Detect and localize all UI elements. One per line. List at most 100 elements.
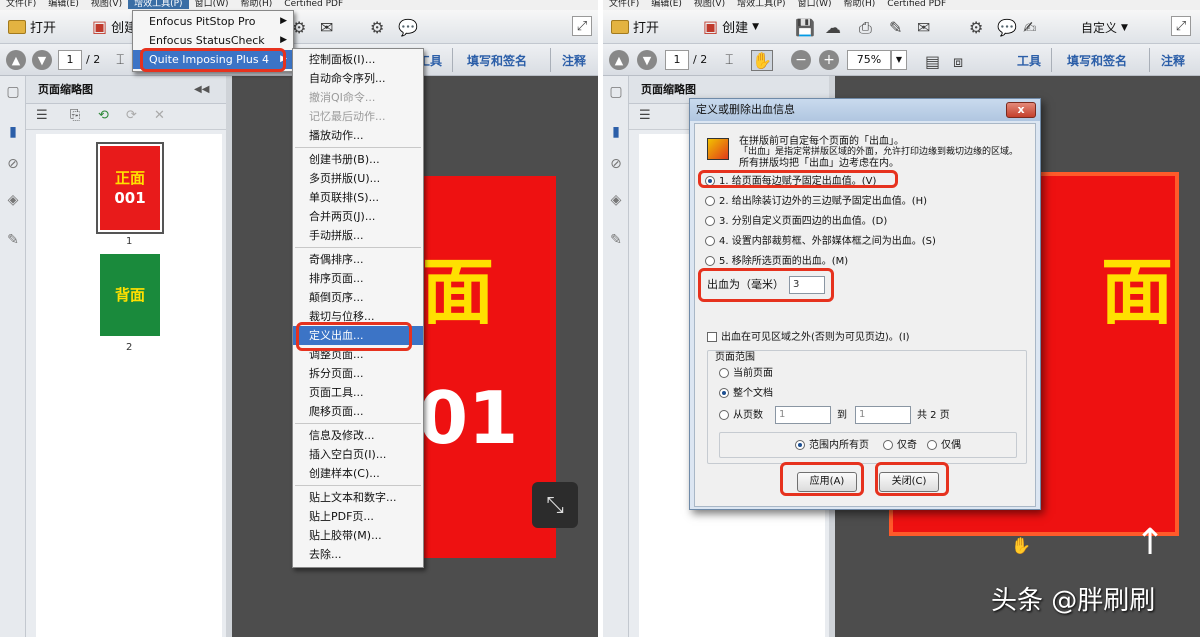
save-icon[interactable]: 💾 — [795, 18, 815, 37]
qi-menu-item[interactable]: 去除... — [293, 545, 423, 564]
bleed-option-2[interactable]: 2. 给出除装订边外的三边赋予固定出血值。(H) — [705, 196, 927, 207]
select-cursor-icon[interactable]: ⌶ — [725, 52, 733, 68]
menu-edit[interactable]: 编辑(E) — [645, 0, 688, 9]
signature-icon[interactable]: ✎ — [5, 232, 21, 248]
comment-bubble-icon[interactable]: 💬 — [398, 18, 418, 37]
create-button[interactable]: ▣ 创建 — [92, 17, 137, 36]
qi-menu-item[interactable]: 合并两页(J)... — [293, 207, 423, 226]
thumbnail-page-1[interactable]: 正面 001 — [100, 146, 160, 230]
subset-all-pages[interactable]: 范围内所有页 — [795, 440, 869, 451]
zoom-out-icon[interactable]: − — [791, 50, 811, 70]
qi-menu-item[interactable]: 拆分页面... — [293, 364, 423, 383]
fullscreen-icon[interactable]: ⤡ — [532, 482, 578, 528]
qi-menu-item[interactable]: 页面工具... — [293, 383, 423, 402]
create-button[interactable]: ▣ 创建 ▼ — [703, 17, 759, 36]
edit-icon[interactable]: ✎ — [889, 18, 902, 37]
prev-page-icon[interactable]: ▲ — [609, 50, 629, 70]
open-button[interactable]: 打开 — [8, 17, 56, 36]
menu-certified-pdf[interactable]: Certified PDF — [278, 0, 349, 9]
sign-icon[interactable]: ✍ — [1023, 18, 1036, 37]
qi-menu-item[interactable]: 贴上PDF页... — [293, 507, 423, 526]
subset-odd-pages[interactable]: 仅奇 — [883, 440, 917, 451]
qi-menu-item[interactable]: 奇偶排序... — [293, 250, 423, 269]
range-current-page[interactable]: 当前页面 — [719, 368, 773, 379]
thumbnails-icon[interactable]: ▢ — [5, 84, 21, 100]
signature-icon[interactable]: ✎ — [608, 232, 624, 248]
options-icon[interactable]: ☰ — [36, 108, 48, 123]
menu-plugins[interactable]: 增效工具(P) — [731, 0, 791, 9]
qi-menu-item[interactable]: 贴上胶带(M)... — [293, 526, 423, 545]
thumbnails-icon[interactable]: ▢ — [608, 84, 624, 100]
page-number-input[interactable]: 1 — [58, 50, 82, 70]
bleed-outside-checkbox[interactable]: 出血在可见区域之外(否则为可见页边)。(I) — [707, 332, 910, 343]
tools-link[interactable]: 工具 — [1017, 52, 1041, 69]
expand-icon[interactable]: ⤢ — [572, 16, 592, 36]
attachment-icon[interactable]: ⊘ — [608, 156, 624, 172]
page-number-input[interactable]: 1 — [665, 50, 689, 70]
insert-page-icon[interactable]: ⎘ — [70, 108, 80, 123]
qi-menu-item[interactable]: 自动命令序列... — [293, 69, 423, 88]
comment-bubble-icon[interactable]: 💬 — [997, 18, 1017, 37]
qi-menu-item[interactable]: 播放动作... — [293, 126, 423, 145]
expand-icon[interactable]: ⤢ — [1171, 16, 1191, 36]
zoom-in-icon[interactable]: + — [819, 50, 839, 70]
bookmark-icon[interactable]: ▮ — [5, 124, 21, 140]
customize-dropdown[interactable]: 自定义 ▼ — [1081, 19, 1128, 36]
bleed-option-5[interactable]: 5. 移除所选页面的出血。(M) — [705, 256, 848, 267]
bleed-option-3[interactable]: 3. 分别自定义页面四边的出血值。(D) — [705, 216, 887, 227]
menu-plugins[interactable]: 增效工具(P) — [128, 0, 189, 9]
mail-icon[interactable]: ✉ — [320, 18, 333, 37]
range-from-pages[interactable]: 从页数 — [719, 410, 763, 421]
qi-menu-item[interactable]: 单页联排(S)... — [293, 188, 423, 207]
bleed-option-4[interactable]: 4. 设置内部裁剪框、外部媒体框之间为出血。(S) — [705, 236, 936, 247]
fill-sign-link[interactable]: 填写和签名 — [467, 52, 527, 69]
qi-menu-item[interactable]: 创建样本(C)... — [293, 464, 423, 483]
fit-page-icon[interactable]: ▤ — [925, 52, 940, 71]
subset-even-pages[interactable]: 仅偶 — [927, 440, 961, 451]
options-icon[interactable]: ☰ — [639, 108, 651, 123]
zoom-dropdown-icon[interactable]: ▼ — [891, 50, 907, 70]
rotate-page-icon[interactable]: ⟳ — [126, 108, 137, 123]
plugin-pitstop[interactable]: Enfocus PitStop Pro ▶ — [133, 12, 293, 31]
menu-help[interactable]: 帮助(H) — [234, 0, 278, 9]
delete-page-icon[interactable]: ✕ — [154, 108, 165, 123]
open-button[interactable]: 打开 — [611, 17, 659, 36]
menu-certified-pdf[interactable]: Certified PDF — [881, 0, 952, 9]
layers-icon[interactable]: ◈ — [608, 192, 624, 208]
settings-icon[interactable]: ⚙ — [292, 18, 306, 37]
mail-icon[interactable]: ✉ — [917, 18, 930, 37]
fill-sign-link[interactable]: 填写和签名 — [1067, 52, 1127, 69]
comment-link[interactable]: 注释 — [562, 52, 586, 69]
qi-menu-item[interactable]: 控制面板(I)... — [293, 50, 423, 69]
dialog-close-button[interactable]: x — [1006, 102, 1036, 118]
menu-help[interactable]: 帮助(H) — [837, 0, 881, 9]
menu-view[interactable]: 视图(V) — [688, 0, 731, 9]
collapse-icon[interactable]: ◀◀ — [194, 84, 209, 95]
qi-menu-item[interactable]: 爬移页面... — [293, 402, 423, 421]
qi-menu-item[interactable]: 贴上文本和数字... — [293, 488, 423, 507]
comment-link[interactable]: 注释 — [1161, 52, 1185, 69]
attachment-icon[interactable]: ⊘ — [5, 156, 21, 172]
hand-tool-icon[interactable]: ✋ — [751, 50, 773, 71]
qi-menu-item[interactable]: 多页拼版(U)... — [293, 169, 423, 188]
menu-edit[interactable]: 编辑(E) — [42, 0, 85, 9]
menu-file[interactable]: 文件(F) — [603, 0, 645, 9]
range-from-input[interactable]: 1 — [775, 406, 831, 424]
qi-menu-item[interactable]: 信息及修改... — [293, 426, 423, 445]
range-whole-document[interactable]: 整个文档 — [719, 388, 773, 399]
range-to-input[interactable]: 1 — [855, 406, 911, 424]
gear-icon[interactable]: ⚙ — [969, 18, 983, 37]
thumbnail-page-2[interactable]: 背面 — [100, 254, 160, 336]
qi-menu-item[interactable]: 创建书册(B)... — [293, 150, 423, 169]
cloud-icon[interactable]: ☁ — [825, 18, 841, 37]
qi-menu-item[interactable]: 颠倒页序... — [293, 288, 423, 307]
print-icon[interactable]: ⎙ — [859, 18, 872, 38]
gear-icon[interactable]: ⚙ — [370, 18, 384, 37]
qi-menu-item[interactable]: 手动拼版... — [293, 226, 423, 245]
next-page-icon[interactable]: ▼ — [32, 50, 52, 70]
zoom-input[interactable]: 75% — [847, 50, 891, 70]
next-page-icon[interactable]: ▼ — [637, 50, 657, 70]
bookmark-icon[interactable]: ▮ — [608, 124, 624, 140]
layers-icon[interactable]: ◈ — [5, 192, 21, 208]
menu-view[interactable]: 视图(V) — [85, 0, 128, 9]
